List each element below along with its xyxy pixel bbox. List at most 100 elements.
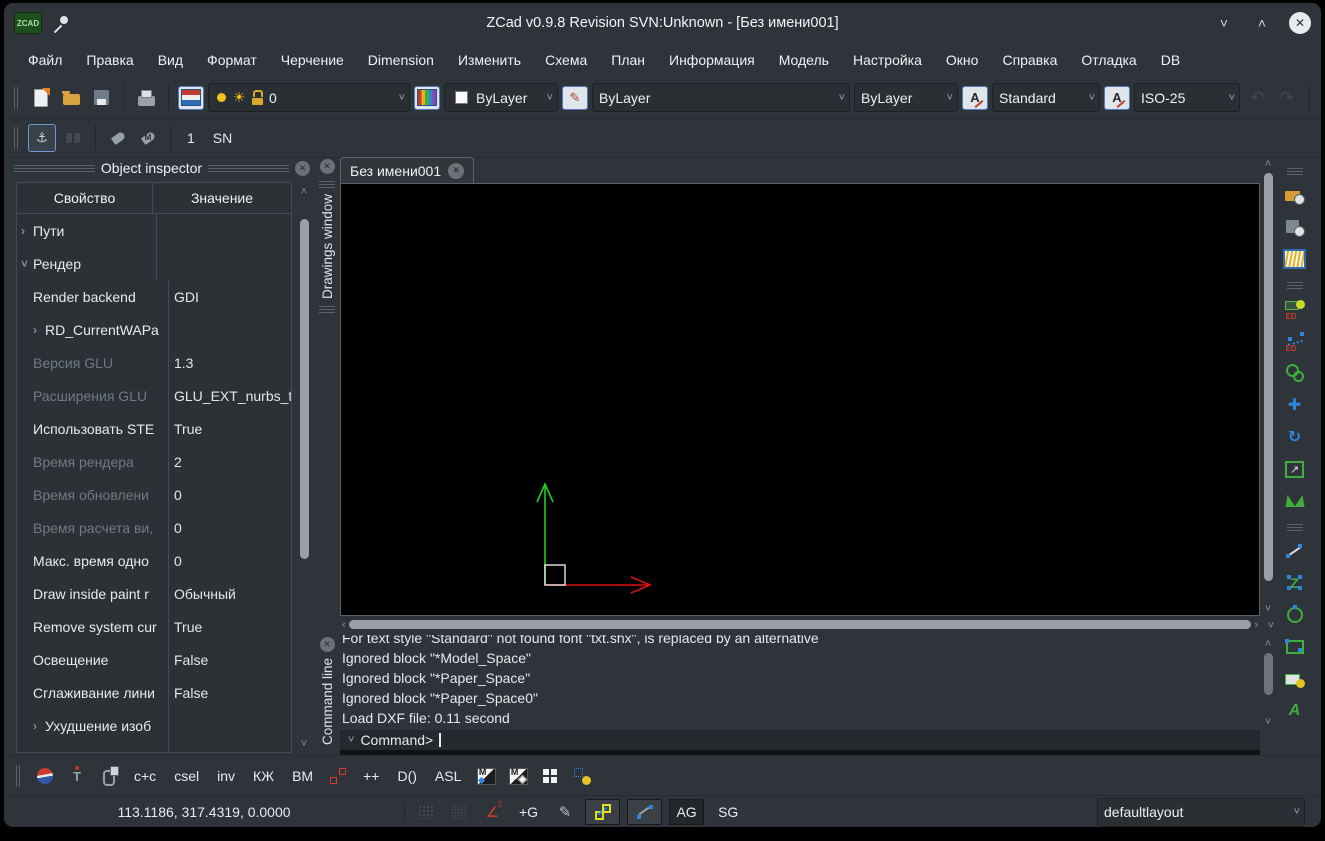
- tag-m-button[interactable]: [135, 125, 161, 151]
- dimstyle-select[interactable]: ISO-25˅: [1134, 83, 1240, 112]
- point-insert-button[interactable]: [569, 763, 595, 789]
- text-button[interactable]: [1280, 696, 1310, 726]
- inspector-row[interactable]: ›Ухудшение изоб: [17, 709, 291, 742]
- inspector-row[interactable]: ОсвещениеFalse: [17, 643, 291, 676]
- color-select[interactable]: ByLayer˅: [444, 83, 558, 112]
- property-value[interactable]: [157, 214, 291, 247]
- property-value[interactable]: 0: [169, 511, 291, 544]
- save-file-button[interactable]: [88, 85, 114, 111]
- draft-check-button[interactable]: [1319, 85, 1321, 111]
- open-recent-button[interactable]: [1280, 180, 1310, 210]
- save-timed-button[interactable]: [1280, 212, 1310, 242]
- scrollbar-thumb[interactable]: [349, 620, 1252, 629]
- inspector-scrollbar[interactable]: ˄ ˅: [297, 185, 311, 751]
- inspector-row[interactable]: Remove system curTrue: [17, 610, 291, 643]
- macro-mouse-button[interactable]: [96, 763, 122, 789]
- pin-icon[interactable]: [52, 14, 70, 32]
- close-icon[interactable]: ✕: [320, 159, 335, 174]
- inspector-row[interactable]: Макс. время одно0: [17, 544, 291, 577]
- inspector-row[interactable]: Сглаживание линиFalse: [17, 676, 291, 709]
- inspector-row[interactable]: Время расчета ви,0: [17, 511, 291, 544]
- undo-button[interactable]: [1244, 85, 1270, 111]
- property-value[interactable]: 0: [169, 478, 291, 511]
- property-value[interactable]: 2: [169, 445, 291, 478]
- tag-button[interactable]: [105, 125, 131, 151]
- close-icon[interactable]: ✕: [320, 637, 335, 652]
- pin-marker-button[interactable]: [64, 763, 90, 789]
- maximize-button[interactable]: ˄: [1251, 12, 1273, 34]
- button-КЖ[interactable]: КЖ: [247, 765, 280, 787]
- view-orbit-button[interactable]: [32, 763, 58, 789]
- expand-arrow-icon[interactable]: ›: [33, 719, 45, 733]
- menu-item-Формат[interactable]: Формат: [195, 47, 269, 73]
- horizontal-scrollbar[interactable]: ‹ ›: [340, 616, 1260, 633]
- command-prompt-row[interactable]: ˅ Command>: [340, 730, 1260, 750]
- button-AG[interactable]: AG: [669, 799, 704, 825]
- grid-snap-button[interactable]: [413, 799, 439, 825]
- mirror-button[interactable]: [1280, 486, 1310, 516]
- inspector-row[interactable]: Render backendGDI: [17, 280, 291, 313]
- grid-dots-button[interactable]: [446, 799, 472, 825]
- inspector-row[interactable]: Draw inside paint rОбычный: [17, 577, 291, 610]
- edit-polyline-button[interactable]: [1280, 326, 1310, 356]
- menu-item-Правка[interactable]: Правка: [74, 47, 145, 73]
- menu-item-Окно[interactable]: Окно: [934, 47, 991, 73]
- material-check-button[interactable]: [473, 763, 499, 789]
- menu-item-Dimension[interactable]: Dimension: [356, 47, 446, 73]
- move-button[interactable]: [1280, 390, 1310, 420]
- inspector-row[interactable]: Расширения GLUGLU_EXT_nurbs_tessel: [17, 379, 291, 412]
- menu-item-Отладка[interactable]: Отладка: [1069, 47, 1148, 73]
- object-snap-button[interactable]: [627, 799, 662, 825]
- button-c+c[interactable]: c+c: [128, 765, 162, 787]
- textstyle-button[interactable]: [962, 86, 988, 110]
- edit-window-button[interactable]: [1280, 244, 1310, 274]
- chevron-down-icon[interactable]: ˅: [348, 734, 354, 746]
- circle-button[interactable]: [1280, 600, 1310, 630]
- colors-button[interactable]: [414, 86, 440, 110]
- textstyle-select[interactable]: Standard˅: [992, 83, 1100, 112]
- binoculars-button[interactable]: [60, 125, 86, 151]
- close-button[interactable]: ✕: [1289, 12, 1311, 34]
- scale-button[interactable]: [1280, 454, 1310, 484]
- menu-item-Информация[interactable]: Информация: [657, 47, 767, 73]
- toolbar-grip[interactable]: [1287, 523, 1303, 531]
- property-value[interactable]: [157, 247, 291, 280]
- line-button[interactable]: [1280, 536, 1310, 566]
- column-header-property[interactable]: Свойство: [17, 183, 153, 213]
- copy-button[interactable]: [1280, 358, 1310, 388]
- property-value[interactable]: GDI: [169, 280, 291, 313]
- expand-arrow-icon[interactable]: ›: [21, 224, 33, 238]
- panel-drag-handle[interactable]: [14, 165, 95, 172]
- button-ASL[interactable]: ASL: [429, 765, 467, 787]
- rotate-button[interactable]: [1280, 422, 1310, 452]
- button-SN[interactable]: SN: [206, 127, 239, 149]
- tab-close-icon[interactable]: ✕: [448, 163, 464, 179]
- block-button[interactable]: [1280, 664, 1310, 694]
- inspector-row[interactable]: Время рендера2: [17, 445, 291, 478]
- toolbar-grip[interactable]: [16, 765, 22, 787]
- lineweight-select[interactable]: ByLayer˅: [854, 83, 958, 112]
- title-bar[interactable]: ZCAD ZCad v0.9.8 Revision SVN:Unknown - …: [4, 3, 1321, 43]
- node-edit-button[interactable]: [325, 763, 351, 789]
- drawing-tab[interactable]: Без имени001 ✕: [340, 157, 474, 183]
- polyline-button[interactable]: [1280, 568, 1310, 598]
- inspector-row[interactable]: ›RD_CurrentWAPa: [17, 313, 291, 346]
- linetype-select[interactable]: ByLayer˅: [592, 83, 850, 112]
- close-icon[interactable]: ✕: [295, 161, 310, 176]
- material-star-button[interactable]: [505, 763, 531, 789]
- edit-block-button[interactable]: [1280, 294, 1310, 324]
- menu-item-DB[interactable]: DB: [1149, 47, 1192, 73]
- property-value[interactable]: 1.3: [169, 346, 291, 379]
- dimstyle-button[interactable]: [1104, 86, 1130, 110]
- menu-item-Вид[interactable]: Вид: [146, 47, 195, 73]
- redo-button[interactable]: [1274, 85, 1300, 111]
- property-value[interactable]: Обычный: [169, 577, 291, 610]
- linetype-edit-button[interactable]: [562, 86, 588, 110]
- scroll-up-icon[interactable]: ˄: [301, 185, 307, 199]
- minimize-button[interactable]: ˅: [1213, 12, 1235, 34]
- inspector-row[interactable]: Деградация при пFalse: [17, 742, 291, 753]
- panel-drag-handle[interactable]: [319, 305, 335, 313]
- button-++[interactable]: ++: [357, 765, 385, 787]
- inspector-row[interactable]: ˅Рендер: [17, 247, 291, 280]
- inspector-row[interactable]: Версия GLU1.3: [17, 346, 291, 379]
